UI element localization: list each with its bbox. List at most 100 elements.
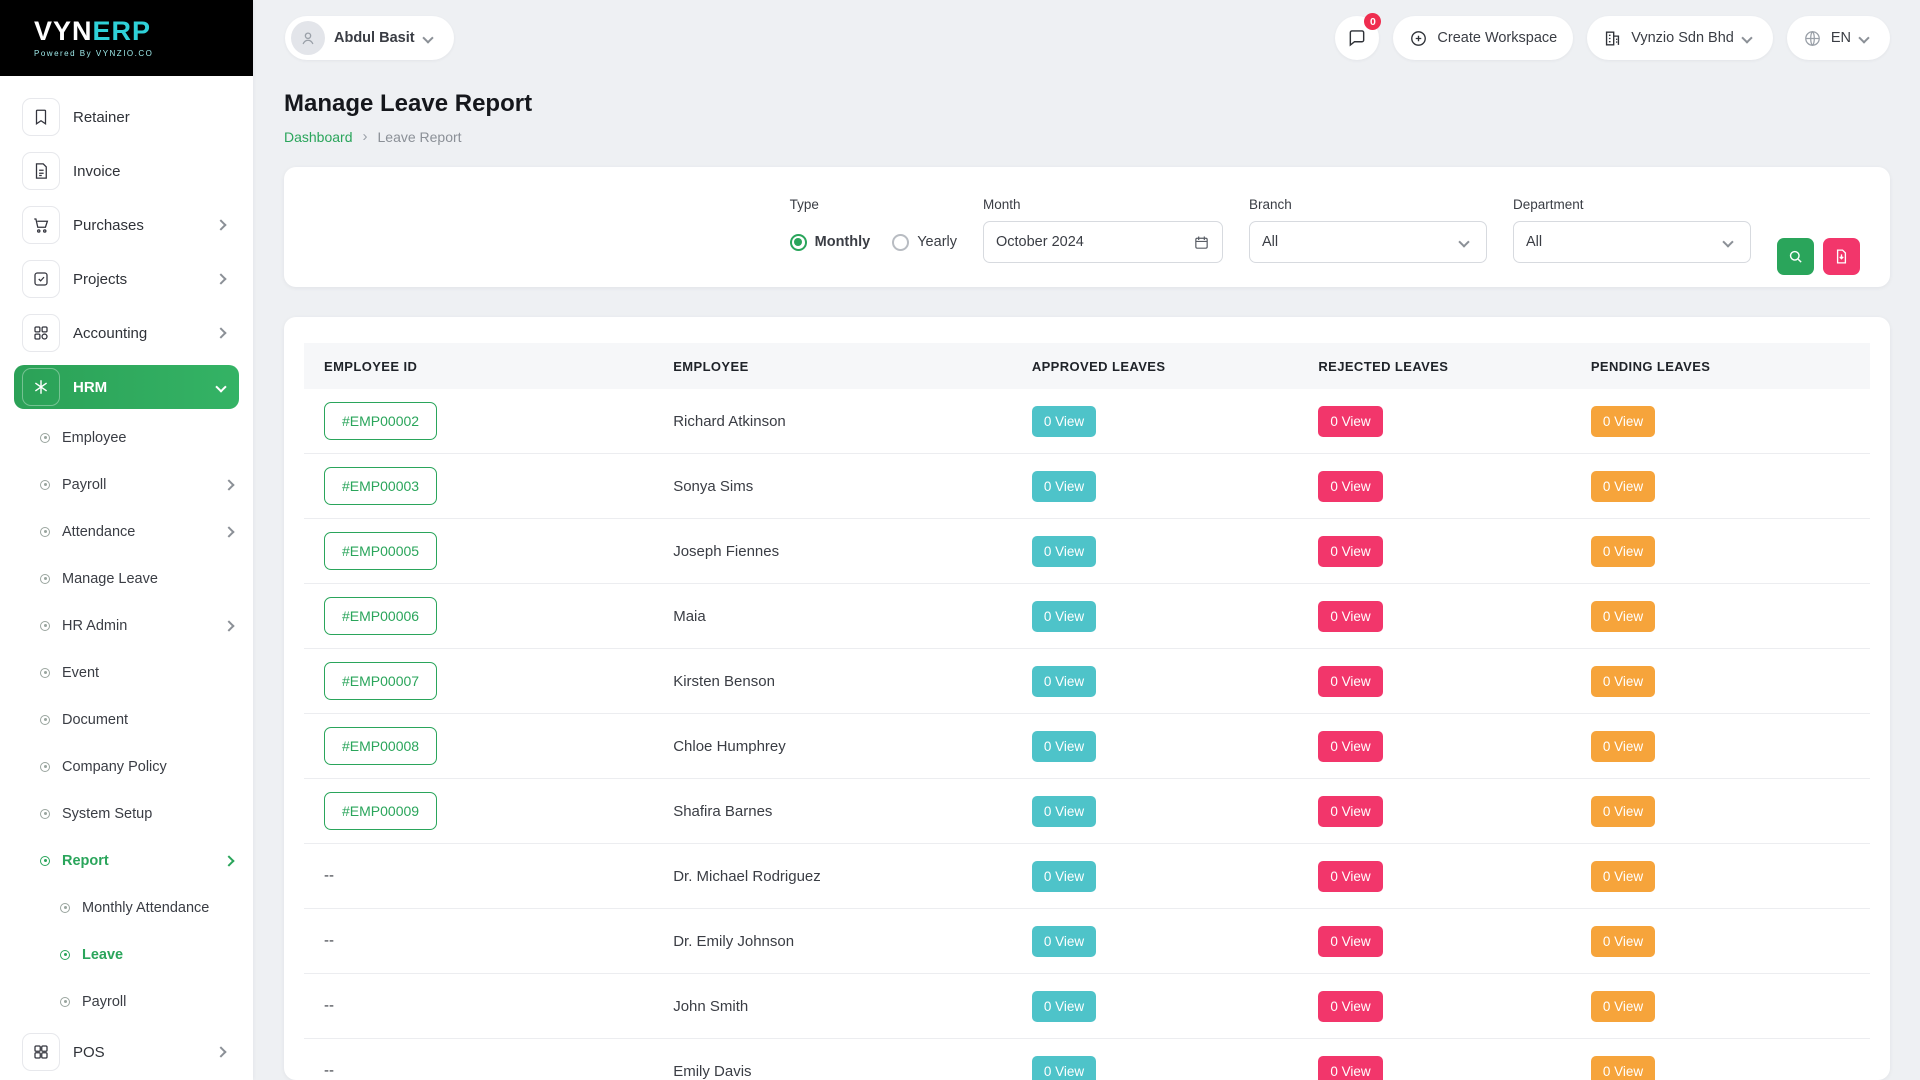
sidebar-item-company-policy[interactable]: Company Policy (14, 743, 239, 790)
sidebar-item-accounting[interactable]: Accounting (14, 306, 239, 360)
filter-panel: Type Monthly Yearly Month October 2024 B… (284, 167, 1890, 287)
sidebar-item-invoice[interactable]: Invoice (14, 144, 239, 198)
sidebar-item-payroll-report[interactable]: Payroll (14, 978, 239, 1025)
sidebar-item-hrm[interactable]: HRM (14, 365, 239, 409)
radio-dot-icon (892, 233, 910, 251)
rejected-leaves-view-button[interactable]: 0 View (1318, 665, 1383, 697)
rejected-leaves-view-button[interactable]: 0 View (1318, 470, 1383, 502)
rejected-leaves-view-button[interactable]: 0 View (1318, 535, 1383, 567)
sidebar-item-pos[interactable]: POS (14, 1025, 239, 1079)
rejected-leaves-view-button[interactable]: 0 View (1318, 990, 1383, 1022)
approved-leaves-view-button[interactable]: 0 View (1031, 925, 1097, 957)
approved-leaves-view-button[interactable]: 0 View (1031, 405, 1097, 437)
chevron-down-icon (1858, 32, 1870, 44)
month-input[interactable]: October 2024 (983, 221, 1223, 263)
pending-leaves-view-button[interactable]: 0 View (1590, 405, 1656, 437)
employee-id-button[interactable]: #EMP00009 (324, 792, 438, 830)
sidebar-item-hr-admin[interactable]: HR Admin (14, 602, 239, 649)
logo-tagline: Powered By VYNZIO.CO (34, 49, 154, 58)
type-label: Type (789, 197, 819, 212)
month-label: Month (983, 197, 1021, 212)
pending-leaves-view-button[interactable]: 0 View (1590, 795, 1656, 827)
branch-filter-group: Branch All (1249, 197, 1487, 287)
breadcrumb-current: Leave Report (377, 128, 462, 145)
logo[interactable]: VYNERP Powered By VYNZIO.CO (0, 0, 253, 76)
chevron-down-icon (421, 32, 434, 44)
search-button[interactable] (1777, 237, 1814, 275)
employee-id-button[interactable]: #EMP00007 (324, 662, 438, 700)
chevron-right-icon (223, 854, 235, 867)
sidebar-item-monthly-attendance[interactable]: Monthly Attendance (14, 884, 239, 931)
radio-yearly[interactable]: Yearly (892, 233, 957, 251)
breadcrumb-dashboard-link[interactable]: Dashboard (284, 129, 353, 145)
branch-select[interactable]: All (1249, 221, 1487, 263)
avatar (291, 21, 325, 55)
sidebar-item-purchases[interactable]: Purchases (14, 198, 239, 252)
approved-leaves-view-button[interactable]: 0 View (1031, 795, 1097, 827)
sidebar-item-employee[interactable]: Employee (14, 414, 239, 461)
rejected-leaves-view-button[interactable]: 0 View (1318, 925, 1383, 957)
employee-id-button[interactable]: #EMP00008 (324, 727, 438, 765)
pending-leaves-view-button[interactable]: 0 View (1590, 665, 1656, 697)
pending-leaves-view-button[interactable]: 0 View (1590, 535, 1656, 567)
approved-leaves-view-button[interactable]: 0 View (1031, 665, 1097, 697)
chevron-right-icon (223, 478, 235, 491)
sidebar-item-retainer[interactable]: Retainer (14, 90, 239, 144)
approved-leaves-view-button[interactable]: 0 View (1031, 730, 1097, 762)
type-filter-group: Type Monthly Yearly (789, 197, 957, 287)
rejected-leaves-view-button[interactable]: 0 View (1318, 795, 1383, 827)
approved-leaves-view-button[interactable]: 0 View (1031, 470, 1097, 502)
employee-id-button[interactable]: #EMP00005 (324, 532, 438, 570)
pending-leaves-view-button[interactable]: 0 View (1590, 470, 1656, 502)
workspace-name: Vynzio Sdn Bhd (1631, 30, 1734, 46)
rejected-leaves-view-button[interactable]: 0 View (1318, 730, 1383, 762)
rejected-leaves-view-button[interactable]: 0 View (1318, 860, 1383, 892)
workspace-selector[interactable]: Vynzio Sdn Bhd (1587, 16, 1773, 60)
radio-dot-icon (789, 233, 807, 251)
circle-dot-icon (40, 714, 50, 725)
sidebar-item-system-setup[interactable]: System Setup (14, 790, 239, 837)
sidebar-item-leave[interactable]: Leave (14, 931, 239, 978)
sidebar-item-report[interactable]: Report (14, 837, 239, 884)
rejected-leaves-view-button[interactable]: 0 View (1318, 600, 1383, 632)
user-menu[interactable]: Abdul Basit (285, 16, 454, 60)
approved-leaves-view-button[interactable]: 0 View (1031, 990, 1097, 1022)
sidebar-item-manage-leave[interactable]: Manage Leave (14, 555, 239, 602)
department-select[interactable]: All (1513, 221, 1751, 263)
pending-leaves-view-button[interactable]: 0 View (1590, 925, 1656, 957)
pending-leaves-view-button[interactable]: 0 View (1590, 860, 1656, 892)
user-name: Abdul Basit (334, 30, 415, 46)
pending-leaves-view-button[interactable]: 0 View (1590, 600, 1656, 632)
pending-leaves-view-button[interactable]: 0 View (1590, 1055, 1656, 1080)
approved-leaves-view-button[interactable]: 0 View (1031, 1055, 1097, 1080)
pending-leaves-view-button[interactable]: 0 View (1590, 990, 1656, 1022)
employee-name: Chloe Humphrey (673, 737, 786, 755)
sidebar-item-projects[interactable]: Projects (14, 252, 239, 306)
language-selector[interactable]: EN (1786, 16, 1890, 60)
search-icon (1789, 250, 1802, 263)
sidebar-item-attendance[interactable]: Attendance (14, 508, 239, 555)
approved-leaves-view-button[interactable]: 0 View (1031, 860, 1097, 892)
employee-id-button[interactable]: #EMP00003 (324, 467, 438, 505)
approved-leaves-view-button[interactable]: 0 View (1031, 535, 1097, 567)
export-button[interactable] (1823, 237, 1860, 275)
chat-button[interactable]: 0 (1335, 13, 1382, 60)
employee-id-button[interactable]: #EMP00006 (324, 597, 438, 635)
department-label: Department (1513, 197, 1584, 212)
create-workspace-button[interactable]: Create Workspace (1393, 16, 1574, 60)
column-header-approved: APPROVED LEAVES (1031, 358, 1166, 374)
content: Manage Leave Report Dashboard › Leave Re… (253, 76, 1920, 1080)
sidebar-item-payroll[interactable]: Payroll (14, 461, 239, 508)
approved-leaves-view-button[interactable]: 0 View (1031, 600, 1097, 632)
radio-monthly[interactable]: Monthly (789, 233, 870, 251)
circle-dot-icon (60, 902, 70, 913)
rejected-leaves-view-button[interactable]: 0 View (1318, 1055, 1383, 1080)
pending-leaves-view-button[interactable]: 0 View (1590, 730, 1656, 762)
employee-id-button[interactable]: #EMP00002 (324, 402, 438, 440)
sidebar-item-document[interactable]: Document (14, 696, 239, 743)
rejected-leaves-view-button[interactable]: 0 View (1318, 405, 1383, 437)
table-row: #EMP00007 Kirsten Benson 0 View 0 View 0 Vie… (304, 649, 1870, 714)
sidebar-item-event[interactable]: Event (14, 649, 239, 696)
employee-name: Dr. Emily Johnson (673, 932, 795, 950)
cart-icon (22, 206, 60, 244)
